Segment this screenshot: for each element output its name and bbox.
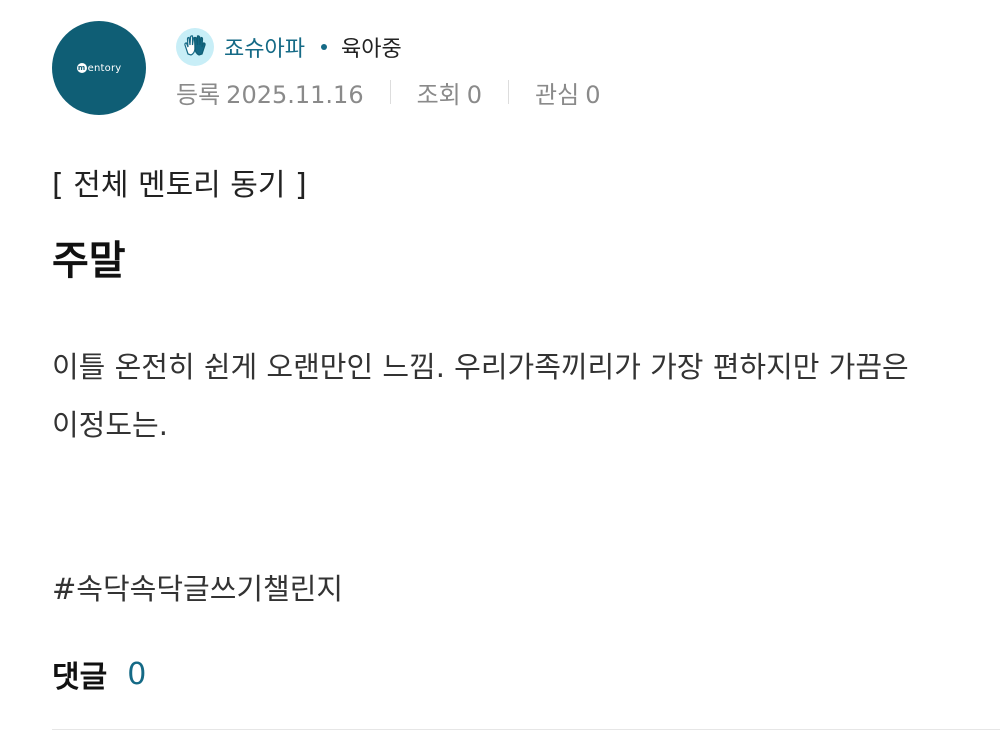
separator-dot [320, 43, 327, 50]
interest-stat: 관심 0 [535, 75, 600, 110]
post-title: 주말 [52, 238, 126, 284]
post-meta: 죠슈아파 육아중 등록 2025.11.16 조회 0 관심 0 [176, 27, 601, 110]
interest-label: 관심 [535, 80, 580, 109]
logo-mark-icon: m [76, 63, 87, 73]
post-body: 이틀 온전히 쉰게 오랜만인 느낌. 우리가족끼리가 가장 편하지만 가끔은 이… [52, 338, 1000, 454]
post-category: [ 전체 멘토리 동기 ] [52, 168, 307, 203]
views-count: 0 [466, 80, 483, 109]
post-header: m entory 죠슈아파 육아중 등록 2025.11.16 조회 0 관심 … [52, 20, 601, 116]
comments-divider [52, 729, 1000, 730]
registered-stat: 등록 2025.11.16 [176, 75, 364, 110]
author-status: 육아중 [340, 36, 402, 62]
interest-count: 0 [585, 80, 601, 109]
hands-icon [176, 27, 214, 66]
registered-label: 등록 [176, 80, 221, 109]
stat-divider [389, 80, 391, 104]
comments-header: 댓글 0 [52, 652, 146, 696]
comments-count: 0 [127, 656, 147, 692]
author-name[interactable]: 죠슈아파 [224, 31, 305, 63]
post-body-line: 이정도는. [52, 408, 168, 442]
stat-divider [508, 80, 510, 104]
avatar[interactable]: m entory [52, 21, 146, 115]
post-stats: 등록 2025.11.16 조회 0 관심 0 [176, 75, 601, 110]
views-stat: 조회 0 [417, 75, 482, 110]
mentory-logo: m entory [76, 62, 122, 74]
views-label: 조회 [416, 80, 461, 109]
post-body-line: 이틀 온전히 쉰게 오랜만인 느낌. 우리가족끼리가 가장 편하지만 가끔은 [52, 350, 909, 384]
logo-text: entory [87, 62, 122, 74]
comments-label: 댓글 [52, 660, 108, 695]
post-page: m entory 죠슈아파 육아중 등록 2025.11.16 조회 0 관심 … [0, 0, 1000, 750]
registered-date: 2025.11.16 [226, 80, 364, 109]
post-hashtag[interactable]: #속닥속닥글쓰기챌린지 [52, 566, 343, 608]
author-line: 죠슈아파 육아중 [176, 27, 601, 67]
